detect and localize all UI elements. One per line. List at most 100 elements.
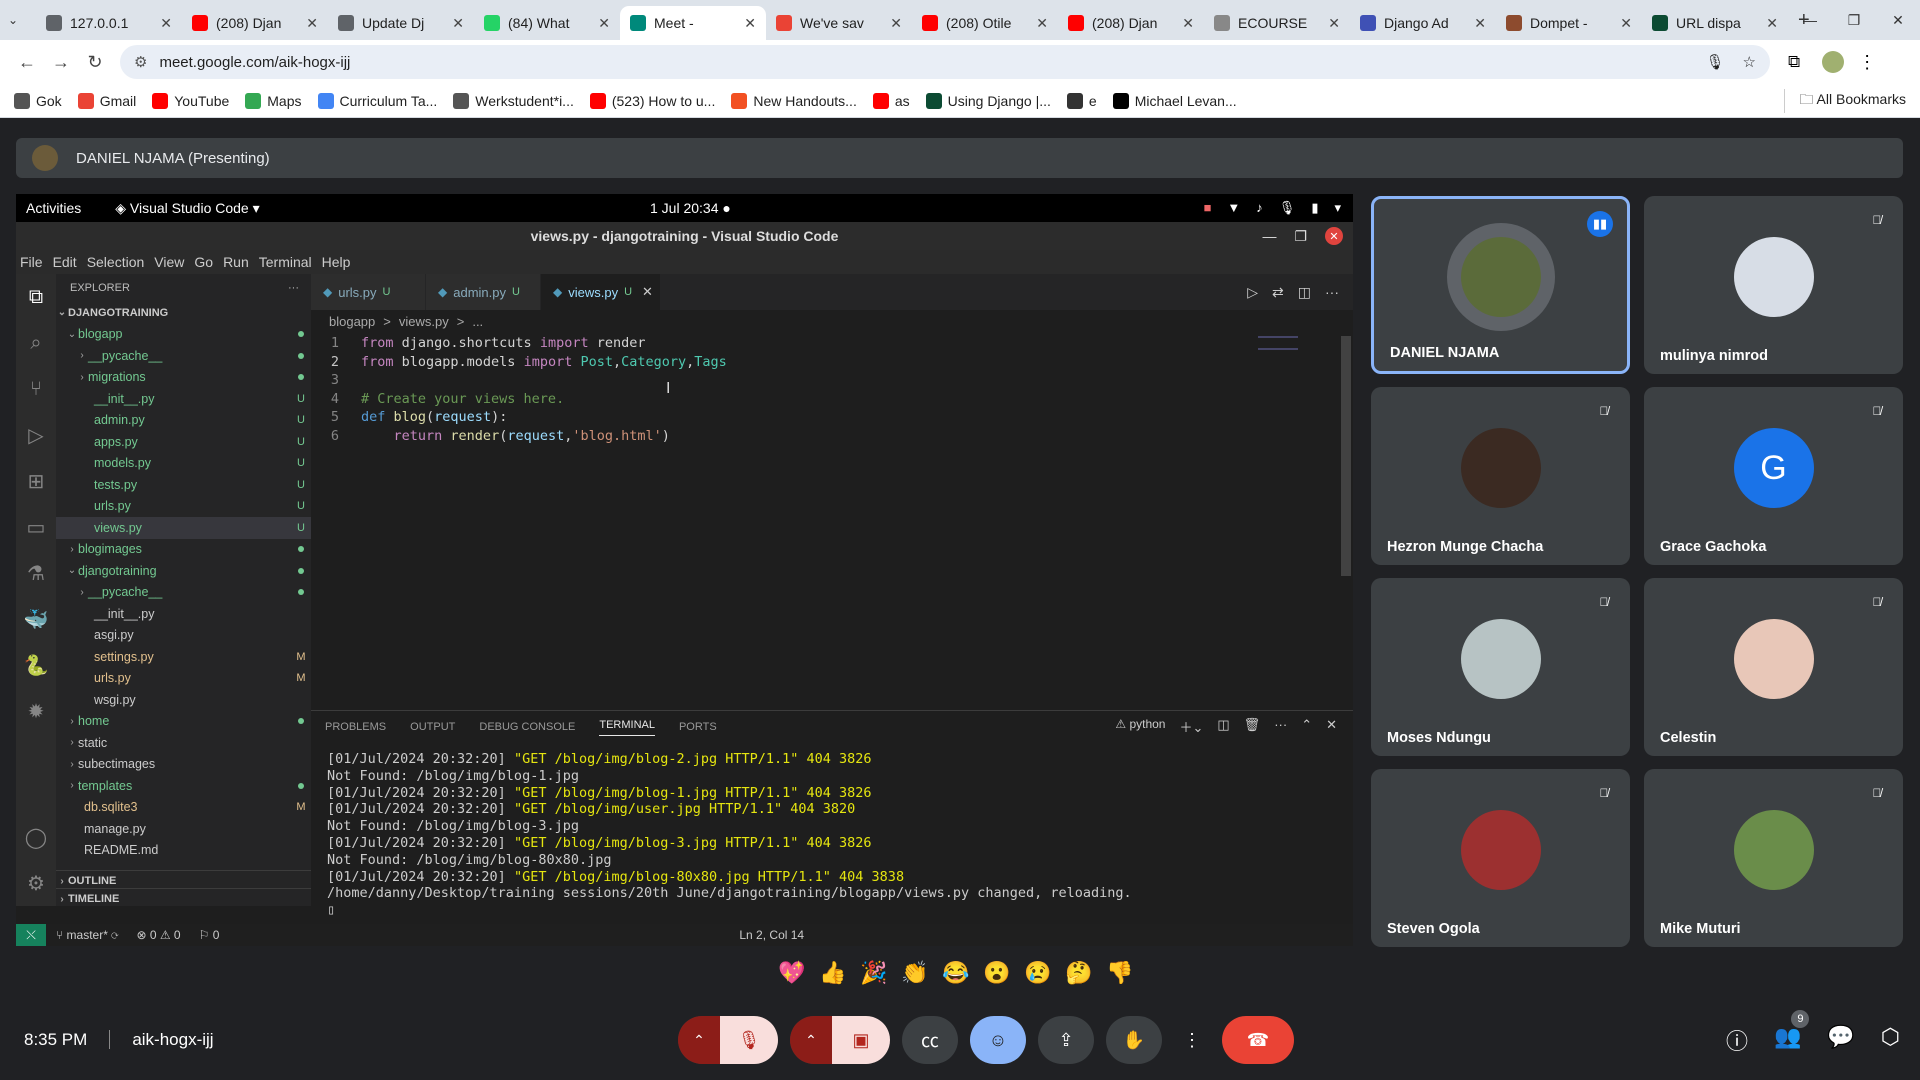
vscode-restore[interactable]: ❐ bbox=[1294, 228, 1307, 245]
reaction-emoji-button[interactable]: 👍 bbox=[819, 960, 847, 986]
system-clock[interactable]: 1 Jul 20:34 ● bbox=[650, 200, 731, 216]
settings-sync-icon[interactable]: ✹ bbox=[16, 688, 56, 734]
close-tab-icon[interactable]: ✕ bbox=[1766, 15, 1778, 32]
terminal-output[interactable]: [01/Jul/2024 20:32:20] "GET /blog/img/bl… bbox=[311, 743, 1353, 919]
folder-item[interactable]: › __pycache__ bbox=[56, 582, 311, 604]
folder-item[interactable]: › __pycache__ bbox=[56, 345, 311, 367]
close-tab-icon[interactable]: ✕ bbox=[744, 15, 756, 32]
reaction-emoji-button[interactable]: 👏 bbox=[901, 960, 929, 986]
bookmark-item[interactable]: Werkstudent*i... bbox=[453, 92, 574, 109]
raise-hand-button[interactable]: ✋ bbox=[1106, 1016, 1162, 1064]
reaction-emoji-button[interactable]: 💖 bbox=[778, 960, 806, 986]
people-icon[interactable]: 👥 9 bbox=[1774, 1010, 1810, 1056]
activities-icon[interactable]: ⬡ bbox=[1881, 1024, 1900, 1056]
microphone-control[interactable]: ⌃ 🎙 bbox=[678, 1016, 778, 1064]
minimap[interactable] bbox=[1258, 336, 1298, 350]
editor-scrollbar[interactable] bbox=[1341, 336, 1351, 576]
more-actions-icon[interactable]: ··· bbox=[1325, 284, 1339, 300]
menu-item-view[interactable]: View bbox=[154, 254, 184, 270]
reaction-emoji-button[interactable]: 😮 bbox=[983, 960, 1011, 986]
file-item[interactable]: admin.py U bbox=[56, 410, 311, 432]
file-item[interactable]: db.sqlite3 M bbox=[56, 797, 311, 819]
branch-indicator[interactable]: ⑂ master* ⟳ bbox=[56, 928, 118, 942]
more-icon[interactable]: ··· bbox=[1274, 717, 1287, 736]
browser-tab[interactable]: ECOURSE ✕ bbox=[1204, 6, 1350, 40]
browser-tab[interactable]: Django Ad ✕ bbox=[1350, 6, 1496, 40]
file-item[interactable]: README.md bbox=[56, 840, 311, 862]
new-terminal-icon[interactable]: ＋⌄ bbox=[1179, 717, 1203, 736]
participant-tile[interactable]: mulinya nimrod 🎙̸ bbox=[1644, 196, 1903, 374]
code-line[interactable]: 4 # Create your views here. bbox=[311, 390, 1251, 409]
leave-call-button[interactable]: ☎ bbox=[1222, 1016, 1294, 1064]
explorer-more-icon[interactable]: ··· bbox=[288, 282, 299, 294]
chevron-up-icon[interactable]: ⌃ bbox=[790, 1016, 832, 1064]
vscode-close[interactable]: ✕ bbox=[1325, 227, 1343, 245]
accounts-icon[interactable]: ◯ bbox=[16, 814, 56, 860]
present-button[interactable]: ⇪ bbox=[1038, 1016, 1094, 1064]
manage-gear-icon[interactable]: ⚙ bbox=[16, 860, 56, 906]
reaction-emoji-button[interactable]: 😂 bbox=[942, 960, 970, 986]
reaction-emoji-button[interactable]: 👎 bbox=[1106, 960, 1134, 986]
file-item[interactable]: models.py U bbox=[56, 453, 311, 475]
panel-tab-output[interactable]: OUTPUT bbox=[410, 721, 455, 733]
file-item[interactable]: settings.py M bbox=[56, 646, 311, 668]
site-info-icon[interactable]: ⚙ bbox=[134, 53, 147, 71]
folder-item[interactable]: ⌄ blogapp bbox=[56, 324, 311, 346]
file-item[interactable]: asgi.py bbox=[56, 625, 311, 647]
maximize-panel-icon[interactable]: ⌃ bbox=[1301, 717, 1312, 736]
extensions-icon[interactable]: ⊞ bbox=[16, 458, 56, 504]
folder-item[interactable]: › subectimages bbox=[56, 754, 311, 776]
code-line[interactable]: 5 def blog(request): bbox=[311, 408, 1251, 427]
folder-item[interactable]: › templates bbox=[56, 775, 311, 797]
search-icon[interactable]: ⌕ bbox=[16, 320, 56, 366]
code-line[interactable]: 6 return render(request,'blog.html') bbox=[311, 427, 1251, 446]
editor-tab[interactable]: ◆ admin.py U bbox=[426, 274, 541, 310]
run-debug-icon[interactable]: ▷ bbox=[16, 412, 56, 458]
minimize-button[interactable]: — bbox=[1788, 0, 1832, 40]
code-line[interactable]: 1 from django.shortcuts import render bbox=[311, 334, 1251, 353]
bookmark-item[interactable]: Using Django |... bbox=[925, 92, 1051, 109]
explorer-icon[interactable]: ⧉ bbox=[16, 274, 56, 320]
folder-item[interactable]: › static bbox=[56, 732, 311, 754]
bookmark-item[interactable]: e bbox=[1066, 92, 1097, 109]
menu-item-file[interactable]: File bbox=[20, 254, 43, 270]
terminal-shell-indicator[interactable]: ⚠ python bbox=[1115, 717, 1165, 736]
close-tab-icon[interactable]: ✕ bbox=[306, 15, 318, 32]
maximize-button[interactable]: ❐ bbox=[1832, 0, 1876, 40]
close-tab-icon[interactable]: ✕ bbox=[1182, 15, 1194, 32]
browser-tab[interactable]: Dompet - ✕ bbox=[1496, 6, 1642, 40]
close-tab-icon[interactable]: ✕ bbox=[1474, 15, 1486, 32]
bookmark-item[interactable]: YouTube bbox=[152, 92, 229, 109]
emoji-button[interactable]: ☺ bbox=[970, 1016, 1026, 1064]
browser-tab[interactable]: (208) Djan ✕ bbox=[182, 6, 328, 40]
file-item[interactable]: manage.py bbox=[56, 818, 311, 840]
close-tab-icon[interactable]: ✕ bbox=[1620, 15, 1632, 32]
participant-tile[interactable]: Mike Muturi 🎙̸ bbox=[1644, 769, 1903, 947]
file-item[interactable]: wsgi.py bbox=[56, 689, 311, 711]
panel-tab-ports[interactable]: PORTS bbox=[679, 721, 717, 733]
info-icon[interactable]: ⓘ bbox=[1726, 1024, 1748, 1056]
file-item[interactable]: views.py U bbox=[56, 517, 311, 539]
microphone-icon[interactable]: 🎙 bbox=[1706, 53, 1725, 71]
bookmark-item[interactable]: New Handouts... bbox=[731, 92, 857, 109]
menu-item-go[interactable]: Go bbox=[194, 254, 213, 270]
folder-item[interactable]: ⌄ djangotraining bbox=[56, 560, 311, 582]
bookmark-item[interactable]: Maps bbox=[245, 92, 302, 109]
tab-search-icon[interactable]: ⌄ bbox=[8, 13, 36, 27]
folder-item[interactable]: › blogimages bbox=[56, 539, 311, 561]
reaction-emoji-button[interactable]: 🤔 bbox=[1065, 960, 1093, 986]
file-item[interactable]: apps.py U bbox=[56, 431, 311, 453]
address-bar[interactable]: ⚙ meet.google.com/aik-hogx-ijj 🎙 ☆ bbox=[120, 45, 1770, 79]
participant-tile[interactable]: Steven Ogola 🎙̸ bbox=[1371, 769, 1630, 947]
panel-tab-terminal[interactable]: TERMINAL bbox=[599, 719, 655, 736]
editor-tab[interactable]: ◆ urls.py U bbox=[311, 274, 426, 310]
browser-tab[interactable]: (84) What ✕ bbox=[474, 6, 620, 40]
participant-tile[interactable]: Moses Ndungu 🎙̸ bbox=[1371, 578, 1630, 756]
close-tab-icon[interactable]: ✕ bbox=[452, 15, 464, 32]
cursor-position[interactable]: Ln 2, Col 14 bbox=[739, 928, 804, 942]
more-options-button[interactable]: ⋮ bbox=[1174, 1016, 1210, 1064]
bookmark-item[interactable]: Gmail bbox=[77, 92, 136, 109]
browser-tab[interactable]: 127.0.0.1 ✕ bbox=[36, 6, 182, 40]
menu-item-selection[interactable]: Selection bbox=[87, 254, 145, 270]
code-editor[interactable]: 1 from django.shortcuts import render 2 fro… bbox=[311, 334, 1251, 445]
